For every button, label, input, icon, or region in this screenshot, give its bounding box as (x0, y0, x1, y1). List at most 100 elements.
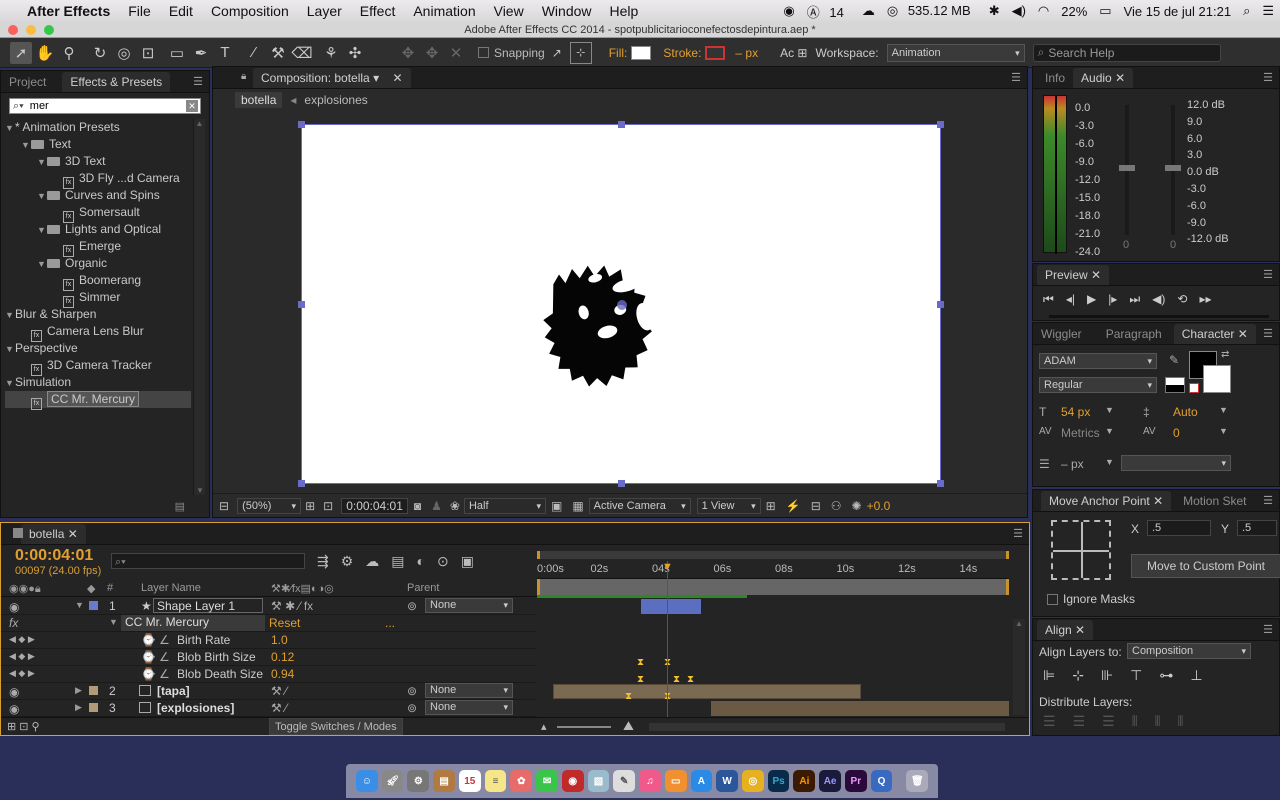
battery-percent[interactable]: 22% (1055, 4, 1093, 19)
expand-triangle-icon[interactable]: ▼ (37, 188, 47, 205)
tab-motion-sketch[interactable]: Motion Sket (1175, 491, 1254, 511)
font-size-arrow-icon[interactable]: ▼ (1105, 405, 1114, 415)
stroke-width[interactable]: – px (735, 46, 758, 60)
menu-effect[interactable]: Effect (351, 0, 405, 22)
graph-icon[interactable]: ∠ (159, 633, 170, 647)
expand-triangle-icon[interactable]: ▼ (37, 154, 47, 171)
hand-tool-icon[interactable]: ✋ (34, 42, 56, 64)
property-row[interactable]: ◀ ◆ ▶ ⌚ ∠ Birth Rate 1.0 (1, 632, 537, 649)
finder-icon[interactable]: ☺ (356, 770, 378, 792)
anchor-grid-icon[interactable] (1051, 520, 1111, 580)
zoom-out-icon[interactable]: ▴ (541, 720, 547, 733)
orbit-camera-icon[interactable]: ◎ (113, 42, 135, 64)
trash-icon[interactable]: 🗑︎ (906, 770, 929, 792)
tab-info[interactable]: Info (1037, 68, 1073, 88)
keyframe-nav-icon[interactable]: ◀ ◆ ▶ (9, 651, 35, 662)
graph-editor-icon[interactable]: ⊙ (437, 553, 449, 570)
layer-search-field[interactable]: ⌕▾ (111, 553, 305, 569)
brush-tool-icon[interactable]: ⁄ (243, 42, 265, 64)
tab-move-anchor[interactable]: Move Anchor Point ✕ (1041, 491, 1172, 511)
tree-item[interactable]: ▼ Organic (5, 255, 191, 272)
timecode-display[interactable]: 0:00:04:01 (341, 497, 408, 514)
font-size-value[interactable]: 54 px (1061, 405, 1090, 419)
effect-row[interactable]: fx ▼ CC Mr. Mercury Reset ... (1, 615, 537, 632)
selection-tool-icon[interactable]: ➚ (10, 41, 32, 64)
fast-previews-icon[interactable]: ⚡ (786, 499, 801, 513)
close-icon[interactable]: ✕ (1238, 327, 1248, 341)
tree-item[interactable]: ▼ Lights and Optical (5, 221, 191, 238)
notes-icon[interactable]: ≡ (484, 770, 507, 792)
tab-botella[interactable]: botella ✕ (21, 524, 86, 544)
pickwhip-icon[interactable]: ⊚ (407, 701, 417, 715)
close-icon[interactable]: ✕ (1075, 623, 1085, 637)
toggle-switches-button[interactable]: Toggle Switches / Modes (269, 718, 403, 735)
selection-handle[interactable] (298, 480, 305, 487)
property-value[interactable]: 1.0 (271, 633, 288, 647)
textedit-icon[interactable]: ✎ (613, 770, 636, 792)
work-area-bar[interactable] (537, 551, 1009, 559)
align-bottom-icon[interactable]: ⊥ (1190, 667, 1202, 684)
tree-item[interactable]: fx Boomerang (5, 272, 191, 291)
rotate-tool-icon[interactable]: ↻ (89, 42, 111, 64)
panel-menu-icon[interactable]: ☰ (193, 75, 203, 88)
puppet-pin-icon[interactable]: ✣ (344, 42, 366, 64)
tab-character[interactable]: Character ✕ (1173, 324, 1256, 344)
expand-triangle-icon[interactable]: ▼ (5, 120, 15, 137)
graph-icon[interactable]: ∠ (159, 650, 170, 664)
graph-icon[interactable]: ∠ (159, 667, 170, 681)
launchpad-icon[interactable]: 🚀︎ (381, 770, 404, 792)
shy-icon[interactable]: ☁ (365, 553, 379, 570)
safe-zones-icon[interactable]: ⊡ (323, 499, 333, 513)
exposure-value[interactable]: +0.0 (867, 499, 891, 513)
clear-search-icon[interactable]: ✕ (186, 100, 198, 112)
selection-handle[interactable] (937, 480, 944, 487)
close-icon[interactable]: ✕ (1153, 494, 1163, 508)
font-family-dropdown[interactable]: ADAM (1039, 353, 1157, 369)
chrome-icon[interactable]: ◎ (742, 770, 764, 792)
keyframe[interactable]: ⧗ (637, 675, 645, 685)
channel-icon[interactable]: ❀ (450, 499, 460, 513)
audio-slider-left-handle[interactable] (1119, 165, 1135, 171)
expand-triangle-icon[interactable]: ▼ (37, 222, 47, 239)
stopwatch-icon[interactable]: ⌚ (141, 650, 156, 664)
reset-link[interactable]: Reset (269, 616, 300, 630)
scroll-down-icon[interactable]: ▼ (194, 486, 206, 495)
new-folder-icon[interactable]: ▤ (175, 500, 185, 513)
expand-icon[interactable]: ▼ (75, 600, 84, 610)
snap-icon[interactable]: ↗ (546, 42, 568, 64)
close-icon[interactable]: ✕ (392, 71, 402, 85)
selection-handle[interactable] (618, 121, 625, 128)
play-icon[interactable]: ▶ (1087, 292, 1096, 306)
time-ruler[interactable]: 0:00s 02s 04s 06s 08s 10s 12s 14s (537, 561, 1009, 579)
tree-item[interactable]: fx 3D Fly ...d Camera (5, 170, 191, 189)
expand-triangle-icon[interactable]: ▼ (21, 137, 31, 154)
playhead-handle-icon[interactable]: ▼ (662, 561, 673, 573)
pickwhip-icon[interactable]: ⊚ (407, 599, 417, 613)
adobe-icon[interactable]: Ⓐ 14 (801, 2, 856, 21)
always-preview-icon[interactable]: ⊟ (219, 499, 229, 513)
tree-item[interactable]: ▼ Curves and Spins (5, 187, 191, 204)
expand-triangle-icon[interactable]: ▼ (5, 307, 15, 324)
font-style-dropdown[interactable]: Regular (1039, 377, 1157, 393)
pen-tool-icon[interactable]: ✒ (190, 42, 212, 64)
breadcrumb-botella[interactable]: botella (235, 92, 283, 108)
tracking-value[interactable]: 0 (1173, 426, 1180, 440)
tree-item[interactable]: ▼Perspective (5, 340, 191, 357)
keyframe[interactable]: ⧗ (664, 658, 672, 668)
ram-preview-icon[interactable]: ▸▸ (1199, 292, 1211, 306)
resolution-dropdown[interactable]: Half (463, 497, 546, 514)
quicktime-icon[interactable]: Q (870, 770, 893, 792)
parent-dropdown[interactable]: None (425, 683, 513, 698)
tab-paragraph[interactable]: Paragraph (1098, 324, 1170, 344)
layer-bar-shape[interactable] (641, 599, 701, 614)
panel-menu-icon[interactable]: ☰ (1263, 268, 1273, 281)
tree-item[interactable]: ▼Blur & Sharpen (5, 306, 191, 323)
keyframe-nav-icon[interactable]: ◀ ◆ ▶ (9, 668, 35, 679)
tab-audio[interactable]: Audio ✕ (1073, 68, 1134, 88)
preview-icon[interactable]: ▧ (587, 770, 610, 792)
tab-preview[interactable]: Preview ✕ (1037, 265, 1110, 285)
frame-blending-icon[interactable]: ▤ (391, 553, 404, 570)
tree-item[interactable]: ▼Simulation (5, 374, 191, 391)
layer-name[interactable]: [explosiones] (157, 701, 234, 715)
memory-readout[interactable]: ◎ 535.12 MB (881, 3, 983, 19)
